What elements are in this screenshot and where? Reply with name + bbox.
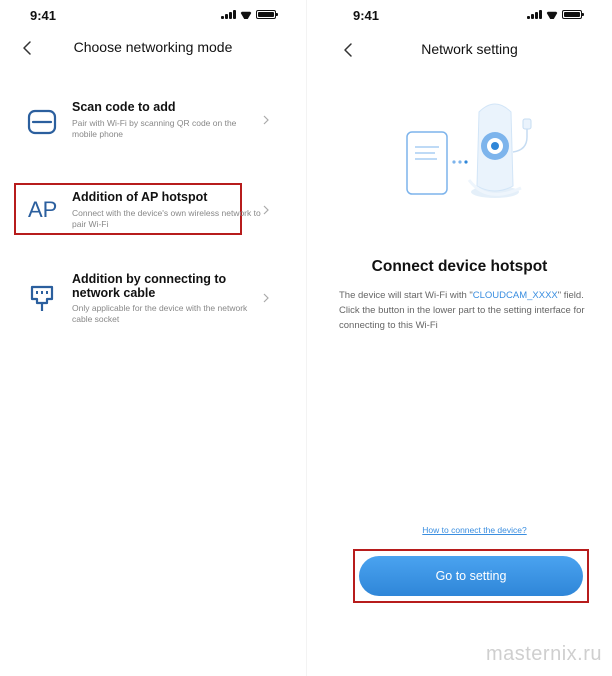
option-title: Scan code to add (72, 100, 176, 114)
option-scan-code[interactable]: Scan code to add Pair with Wi-Fi by scan… (14, 100, 298, 144)
navigation-bar: Network setting (307, 36, 612, 66)
phone-camera-illustration (406, 103, 532, 198)
ssid-highlight: CLOUDCAM_XXXX (472, 290, 558, 301)
chevron-right-icon (263, 205, 269, 215)
chevron-right-icon (263, 293, 269, 303)
signal-icon (527, 10, 542, 19)
instruction-text: The device will start Wi-Fi with "CLOUDC… (339, 288, 597, 333)
status-icons (527, 10, 584, 19)
signal-icon (221, 10, 236, 19)
go-to-setting-button[interactable]: Go to setting (359, 556, 583, 596)
status-time: 9:41 (30, 8, 57, 23)
network-setting-screen: 9:41 Network setting Connect device hots… (306, 0, 612, 676)
option-network-cable[interactable]: Addition by connecting to network cable … (14, 272, 298, 330)
page-title: Choose networking mode (73, 39, 233, 55)
wifi-icon (546, 10, 558, 19)
navigation-bar: Choose networking mode (0, 34, 306, 64)
wifi-icon (240, 10, 252, 19)
ap-hotspot-icon: AP (28, 197, 58, 222)
battery-icon (562, 10, 584, 19)
chevron-right-icon (263, 115, 269, 125)
option-description: Connect with the device's own wireless n… (72, 208, 261, 229)
status-bar: 9:41 (307, 0, 612, 30)
status-icons (221, 10, 278, 19)
hero-title: Connect device hotspot (371, 258, 548, 275)
choose-networking-mode-screen: 9:41 Choose networking mode Scan code to… (0, 0, 306, 676)
option-title: Addition of AP hotspot (72, 190, 208, 204)
option-ap-hotspot[interactable]: AP Addition of AP hotspot Connect with t… (14, 190, 298, 234)
status-time: 9:41 (353, 8, 380, 23)
option-description: Pair with Wi-Fi by scanning QR code on t… (72, 118, 237, 139)
network-cable-icon (30, 285, 54, 311)
battery-icon (256, 10, 278, 19)
watermark: masternix.ru (485, 643, 602, 665)
how-to-connect-link[interactable]: How to connect the device? (307, 525, 612, 535)
instruction-text-start: The device will start Wi-Fi with " (339, 290, 473, 301)
option-title: Addition by connecting to network cable (72, 272, 227, 300)
scan-qr-icon (27, 109, 57, 135)
option-description: Only applicable for the device with the … (72, 303, 248, 324)
status-bar: 9:41 (0, 0, 306, 30)
page-title: Network setting (421, 41, 518, 57)
